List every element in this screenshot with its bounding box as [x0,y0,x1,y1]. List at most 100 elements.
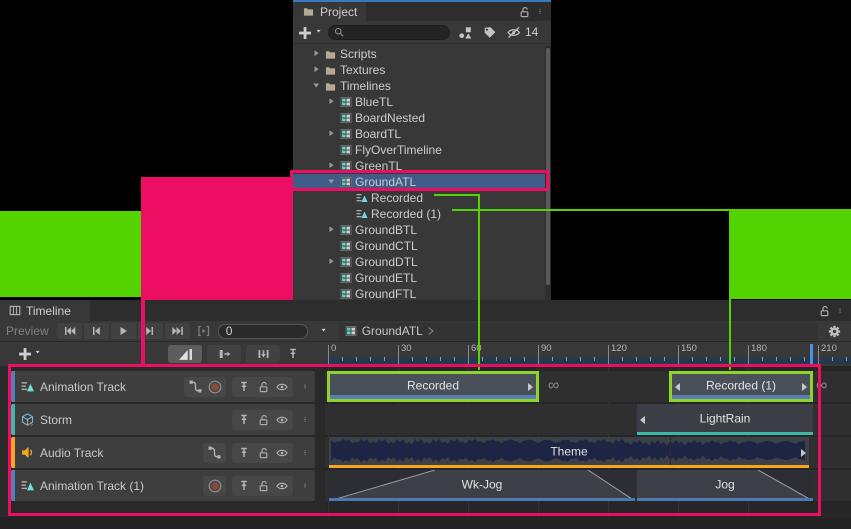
create-asset-button[interactable] [298,26,311,39]
ruler-minor-tick [776,357,777,361]
pink-block [141,177,293,300]
playhead-marker[interactable] [810,344,813,364]
recorded1-connector-h [452,209,851,211]
tree-item-label: GroundFTL [355,287,416,301]
tree-item-boardnested[interactable]: BoardNested [293,110,551,126]
folder-icon [324,49,337,60]
project-tabbar: Project [293,2,551,21]
play-button[interactable] [111,323,136,339]
create-asset-caret-icon[interactable] [315,29,324,36]
skip-end-button[interactable] [165,323,190,339]
timeline-icon [339,112,352,124]
project-toolbar: 14 [293,21,551,44]
ruler-label: 120 [611,343,627,354]
tree-item-flyovertimeline[interactable]: FlyOverTimeline [293,142,551,158]
ruler-minor-tick [566,357,567,361]
frame-field[interactable]: 0 [218,324,308,339]
breadcrumb: GroundATL [339,323,818,340]
tree-item-groundctl[interactable]: GroundCTL [293,238,551,254]
tree-item-label: GroundDTL [355,255,418,269]
kebab-menu-icon[interactable] [839,304,844,317]
lock-icon[interactable] [518,6,530,18]
skip-start-button[interactable] [57,323,82,339]
tree-item-recorded[interactable]: Recorded [293,190,551,206]
ruler-minor-tick [482,357,483,361]
tree-item-scripts[interactable]: Scripts [293,46,551,62]
film-icon [9,305,21,316]
tree-item-groundftl[interactable]: GroundFTL [293,286,551,302]
ruler-label: 0 [331,343,336,354]
search-input[interactable] [328,25,450,40]
ruler-minor-tick [706,357,707,361]
timeline-icon [339,224,352,236]
folder-icon [324,65,337,76]
tree-item-grounddtl[interactable]: GroundDTL [293,254,551,270]
foldout-right-icon[interactable] [326,97,338,107]
tree-item-textures[interactable]: Textures [293,62,551,78]
ruler-minor-tick [454,357,455,361]
ruler-minor-tick [580,357,581,361]
ruler-label: 90 [541,343,552,354]
gear-icon[interactable] [828,325,841,338]
timeline-icon [339,96,352,108]
tree-item-label: GroundETL [355,271,417,285]
hidden-items-icon[interactable] [506,26,521,39]
tree-item-bluetl[interactable]: BlueTL [293,94,551,110]
search-by-type-button[interactable] [458,26,472,39]
step-back-button[interactable] [84,323,109,339]
pin-marker-button[interactable] [287,347,299,360]
ruler-label: 180 [751,343,767,354]
foldout-right-icon[interactable] [311,49,323,59]
ruler-minor-tick [370,357,371,361]
ruler-minor-tick [734,357,735,361]
tree-item-groundetl[interactable]: GroundETL [293,270,551,286]
foldout-right-icon[interactable] [311,65,323,75]
timeline-window-buttons [818,304,851,317]
lock-icon[interactable] [818,305,830,317]
replace-mode-button[interactable] [246,345,280,363]
ruler-minor-tick [440,357,441,361]
foldout-right-icon[interactable] [326,257,338,267]
scrollbar-thumb[interactable] [546,48,550,285]
chevron-right-icon [428,324,437,338]
foldout-right-icon[interactable] [326,129,338,139]
frame-dropdown-icon[interactable] [320,328,329,335]
ruler-minor-tick [342,357,343,361]
anim-clip-icon [355,208,368,220]
play-range-button[interactable] [196,325,211,337]
tree-item-label: Timelines [340,79,391,93]
tab-timeline[interactable]: Timeline [0,300,90,321]
tree-item-timelines[interactable]: Timelines [293,78,551,94]
tree-item-groundbtl[interactable]: GroundBTL [293,222,551,238]
foldout-right-icon[interactable] [326,225,338,235]
preview-button[interactable]: Preview [6,324,49,338]
kebab-menu-icon[interactable] [539,5,544,18]
ruler-minor-tick [664,357,665,361]
ruler-minor-tick [762,357,763,361]
add-track-caret-icon[interactable] [34,350,43,357]
ruler-major-tick [678,345,679,364]
ruler-minor-tick [692,357,693,361]
tree-item-label: GroundBTL [355,223,417,237]
timeline-ruler[interactable]: 0306090120150180210 [325,342,851,366]
breadcrumb-label[interactable]: GroundATL [362,324,423,338]
ruler-minor-tick [622,357,623,361]
timeline-icon [339,144,352,156]
folder-icon [324,81,337,92]
mix-mode-button[interactable] [168,345,202,363]
ripple-mode-button[interactable] [207,345,241,363]
ruler-minor-tick [426,357,427,361]
search-by-label-button[interactable] [483,26,496,39]
ruler-major-tick [818,345,819,364]
ruler-minor-tick [804,357,805,361]
ruler-major-tick [748,345,749,364]
ruler-major-tick [538,345,539,364]
tab-project[interactable]: Project [293,2,366,21]
ruler-minor-tick [496,357,497,361]
tree-item-label: Recorded (1) [371,207,441,221]
project-window-buttons [518,5,551,18]
tree-item-boardtl[interactable]: BoardTL [293,126,551,142]
foldout-down-icon[interactable] [311,81,323,91]
add-track-button[interactable] [18,347,31,360]
ruler-minor-tick [846,357,847,361]
